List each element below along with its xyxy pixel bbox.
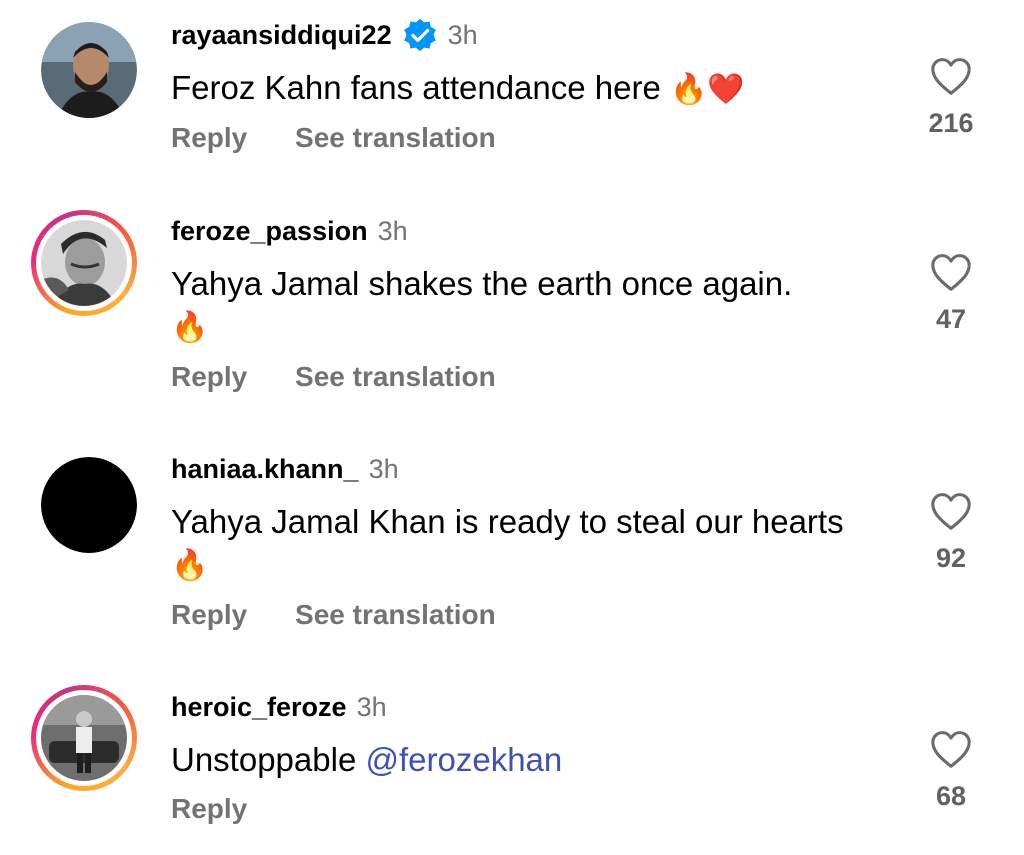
comment-text: Yahya Jamal Khan is ready to steal our h… xyxy=(171,503,844,583)
comment-time: 3h xyxy=(447,19,478,50)
mention-link[interactable]: @ferozekhan xyxy=(365,741,562,778)
comment-text: Unstoppable @ferozekhan xyxy=(171,741,563,778)
avatar-photo xyxy=(41,695,127,781)
reply-button[interactable]: Reply xyxy=(171,793,247,824)
username[interactable]: heroic_feroze xyxy=(171,692,347,723)
comment-item: rayaansiddiqui22 3h Feroz Kahn fans atte… xyxy=(0,0,1024,200)
heart-outline-icon[interactable] xyxy=(925,56,977,96)
reply-button[interactable]: Reply xyxy=(171,361,247,392)
reply-button[interactable]: Reply xyxy=(171,122,247,153)
comment-item: heroic_feroze 3h Unstoppable @ferozekhan… xyxy=(0,680,1024,855)
avatar-photo xyxy=(41,220,127,306)
emoji: 🔥❤️ xyxy=(670,72,745,107)
username[interactable]: haniaa.khann_ xyxy=(171,454,359,485)
comment-time: 3h xyxy=(377,215,408,246)
heart-outline-icon[interactable] xyxy=(925,252,977,292)
like-count: 68 xyxy=(935,781,967,811)
username[interactable]: feroze_passion xyxy=(171,216,368,247)
story-ring xyxy=(36,215,132,311)
comment-text: Feroz Kahn fans attendance here 🔥❤️ xyxy=(171,69,745,107)
comment-item: feroze_passion 3h Yahya Jamal shakes the… xyxy=(0,200,1024,440)
comment-time: 3h xyxy=(368,453,399,484)
avatar[interactable] xyxy=(31,685,137,791)
emoji: 🔥 xyxy=(171,310,209,345)
see-translation-button[interactable]: See translation xyxy=(295,361,496,392)
verified-badge-icon xyxy=(402,17,438,53)
comment-time: 3h xyxy=(356,691,387,722)
heart-outline-icon[interactable] xyxy=(925,491,977,531)
heart-outline-icon[interactable] xyxy=(925,729,977,769)
reply-button[interactable]: Reply xyxy=(171,599,247,630)
username[interactable]: rayaansiddiqui22 xyxy=(171,20,392,51)
comment-item: haniaa.khann_ 3h Yahya Jamal Khan is rea… xyxy=(0,440,1024,680)
avatar[interactable] xyxy=(31,210,137,316)
avatar-photo xyxy=(41,22,137,118)
avatar[interactable] xyxy=(41,457,137,553)
see-translation-button[interactable]: See translation xyxy=(295,599,496,630)
emoji: 🔥 xyxy=(171,548,209,583)
see-translation-button[interactable]: See translation xyxy=(295,122,496,153)
like-count: 92 xyxy=(935,543,967,573)
avatar-photo xyxy=(41,457,137,553)
like-count: 47 xyxy=(935,304,967,334)
story-ring xyxy=(36,690,132,786)
avatar[interactable] xyxy=(41,22,137,118)
like-count: 216 xyxy=(928,108,974,138)
comment-text: Yahya Jamal shakes the earth once again.… xyxy=(171,265,793,345)
